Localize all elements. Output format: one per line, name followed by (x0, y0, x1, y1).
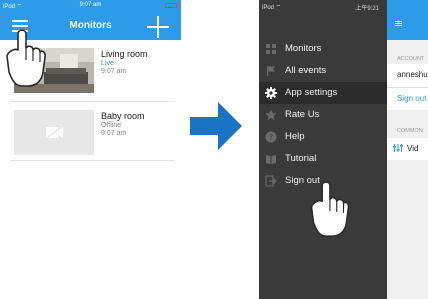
username-label: anneshu (397, 70, 428, 79)
camera-status: Offline (101, 122, 122, 129)
section-header-account: ACCOUNT (397, 56, 425, 62)
menu-item-app-settings[interactable]: App settings (259, 82, 387, 104)
camera-name: Baby room (101, 111, 145, 121)
status-bar: iPod ⌔ 9:07 am (0, 0, 181, 12)
status-time: 9:07 am (79, 2, 102, 8)
tap-hand-icon (6, 29, 46, 87)
camera-offline-thumbnail (14, 110, 94, 155)
camera-row-baby-room[interactable]: Baby room Offline 9:07 am (0, 104, 181, 160)
side-menu: iPod ⌔ 上午9:21 Monitors All events App se… (259, 0, 387, 299)
flag-icon (267, 66, 275, 76)
gear-icon (265, 87, 277, 99)
menu-item-monitors[interactable]: Monitors (259, 38, 387, 60)
divider (387, 87, 428, 88)
carrier-label: iPod ⌔ (262, 5, 282, 11)
camera-off-icon (43, 124, 65, 141)
star-icon (265, 109, 277, 120)
book-icon (266, 155, 276, 164)
battery-icon (165, 3, 177, 8)
status-time: 上午9:21 (355, 6, 379, 12)
settings-nav-bar (387, 0, 428, 40)
side-menu-screen: iPod ⌔ 上午9:21 Monitors All events App se… (259, 0, 428, 299)
menu-item-all-events[interactable]: All events (259, 60, 387, 82)
row-divider (10, 160, 175, 161)
add-camera-icon[interactable] (147, 16, 169, 38)
common-item-label: Vid (407, 144, 419, 153)
camera-time: 9:07 am (101, 68, 127, 75)
menu-item-rate-us[interactable]: Rate Us (259, 104, 387, 126)
menu-item-help[interactable]: ? Help (259, 126, 387, 148)
sign-out-icon (265, 175, 277, 187)
settings-page-peek: ACCOUNT anneshu Sign out COMMON Vid (387, 0, 428, 299)
camera-status: Live (101, 60, 114, 67)
menu-icon[interactable] (395, 21, 402, 26)
camera-time: 9:07 am (101, 130, 127, 137)
grid-icon (266, 44, 276, 54)
status-bar: iPod ⌔ 上午9:21 (259, 0, 387, 12)
svg-text:?: ? (269, 133, 273, 142)
arrow-right-icon (190, 102, 242, 150)
sign-out-link[interactable]: Sign out (397, 94, 426, 103)
menu-item-label: Tutorial (285, 153, 317, 164)
menu-item-tutorial[interactable]: Tutorial (259, 148, 387, 170)
row-divider (10, 101, 175, 102)
monitors-screen: iPod ⌔ 9:07 am Monitors Living room Live… (0, 0, 181, 299)
sliders-icon (393, 144, 403, 152)
question-icon: ? (265, 131, 277, 143)
section-header-common: COMMON (397, 128, 423, 134)
menu-item-label: App settings (285, 87, 338, 98)
menu-item-label: All events (285, 65, 327, 76)
menu-item-label: Rate Us (285, 109, 320, 120)
menu-item-label: Help (285, 131, 305, 142)
tap-hand-icon (310, 181, 350, 237)
menu-item-label: Monitors (285, 43, 322, 54)
camera-name: Living room (101, 49, 148, 59)
